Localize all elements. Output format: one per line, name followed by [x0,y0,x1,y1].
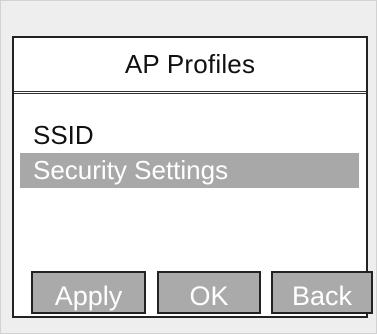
menu-item-ssid[interactable]: SSID [20,118,359,153]
page-title: AP Profiles [124,48,256,79]
back-button[interactable]: Back [271,271,373,314]
apply-button-label: Apply [54,281,123,311]
title-bar: AP Profiles [14,38,366,90]
menu-list: SSID Security Settings [20,118,359,188]
ok-button[interactable]: OK [157,271,261,314]
title-divider [14,91,366,94]
apply-button[interactable]: Apply [31,271,146,314]
device-frame: AP Profiles SSID Security Settings Apply… [0,0,377,334]
softkey-bar: Apply OK Back [14,271,373,314]
phone-screen: AP Profiles SSID Security Settings Apply… [12,36,373,318]
menu-item-security-settings[interactable]: Security Settings [20,153,359,188]
back-button-label: Back [291,281,353,311]
ok-button-label: OK [189,281,229,311]
